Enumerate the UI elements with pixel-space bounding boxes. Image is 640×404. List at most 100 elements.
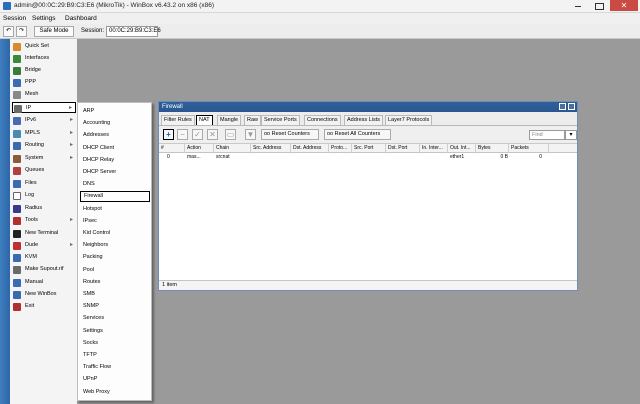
tab-raw[interactable]: Raw — [244, 115, 262, 125]
enable-rule-button[interactable]: ✓ — [192, 129, 203, 140]
sidebar-item-kvm[interactable]: KVM — [12, 252, 76, 263]
reset-all-counters-button[interactable]: oo Reset All Counters — [324, 129, 391, 140]
ip-menu-item-services[interactable]: Services — [80, 313, 150, 324]
scroll-down-button[interactable]: ▾ — [565, 130, 577, 140]
firewall-title-bar: Firewall — [159, 102, 577, 112]
maximize-button[interactable] — [589, 0, 609, 11]
add-rule-button[interactable]: + — [163, 129, 174, 140]
sidebar-item-exit[interactable]: Exit — [12, 301, 76, 312]
sidebar-item-ip[interactable]: IP ▸ — [12, 102, 76, 113]
sidebar-item-interfaces[interactable]: Interfaces — [12, 53, 76, 64]
sidebar-item-label: New WinBox — [25, 291, 57, 297]
table-row[interactable]: 0 mas... srcnat ether1 0 B0 — [159, 153, 577, 162]
ip-menu-item-routes[interactable]: Routes — [80, 277, 150, 288]
undo-button[interactable]: ↶ — [3, 26, 14, 37]
tab-connections[interactable]: Connections — [304, 115, 341, 125]
sidebar-item-bridge[interactable]: Bridge — [12, 65, 76, 76]
ppp-icon — [13, 79, 21, 87]
ip-menu-item-settings[interactable]: Settings — [80, 326, 150, 337]
reset-counters-button[interactable]: oo Reset Counters — [261, 129, 319, 140]
minimize-button[interactable] — [568, 0, 588, 11]
ip-menu-item-packing[interactable]: Packing — [80, 252, 150, 263]
menu-dashboard[interactable]: Dashboard — [65, 15, 97, 22]
sidebar-item-quick-set[interactable]: Quick Set — [12, 41, 76, 52]
sidebar-item-radius[interactable]: Radius — [12, 203, 76, 214]
column-header[interactable]: Src. Address — [251, 144, 291, 153]
ip-menu-item-arp[interactable]: ARP — [80, 106, 150, 117]
ip-menu-item-accounting[interactable]: Accounting — [80, 118, 150, 129]
firewall-restore-icon[interactable] — [559, 103, 566, 110]
column-header[interactable]: Proto... — [329, 144, 352, 153]
sidebar-item-make-supout-rif[interactable]: Make Supout.rif — [12, 264, 76, 275]
status-bar: 1 item — [159, 280, 577, 290]
ip-menu-item-socks[interactable]: Socks — [80, 338, 150, 349]
menu-session[interactable]: Session — [3, 15, 26, 22]
cell-packets: 0 — [539, 154, 542, 160]
ip-menu-item-dhcp-relay[interactable]: DHCP Relay — [80, 155, 150, 166]
ip-menu-item-kid-control[interactable]: Kid Control — [80, 228, 150, 239]
find-input[interactable]: Find — [529, 130, 565, 140]
ip-menu-item-snmp[interactable]: SNMP — [80, 301, 150, 312]
ip-menu-item-addresses[interactable]: Addresses — [80, 130, 150, 141]
sidebar-item-mesh[interactable]: Mesh — [12, 89, 76, 100]
redo-button[interactable]: ↷ — [16, 26, 27, 37]
tab-address-lists[interactable]: Address Lists — [344, 115, 384, 125]
column-header[interactable]: # — [159, 144, 185, 153]
ip-menu-item-web-proxy[interactable]: Web Proxy — [80, 387, 150, 398]
column-header[interactable]: Action — [185, 144, 214, 153]
reset-all-counters-icon: oo — [327, 131, 334, 137]
sidebar-item-new-winbox[interactable]: New WinBox — [12, 289, 76, 300]
sidebar-item-routing[interactable]: Routing ▸ — [12, 140, 76, 151]
column-header[interactable]: Bytes — [476, 144, 509, 153]
remove-rule-button[interactable]: − — [177, 129, 188, 140]
disable-rule-button[interactable]: ✕ — [207, 129, 218, 140]
tab-mangle[interactable]: Mangle — [217, 115, 242, 125]
ip-menu-item-upnp[interactable]: UPnP — [80, 374, 150, 385]
column-header[interactable]: Chain — [214, 144, 251, 153]
column-header[interactable]: Packets — [509, 144, 549, 153]
sidebar-item-files[interactable]: Files — [12, 178, 76, 189]
ip-menu-item-dhcp-server[interactable]: DHCP Server — [80, 167, 150, 178]
ip-menu-item-ipsec[interactable]: IPsec — [80, 216, 150, 227]
ip-menu-item-dns[interactable]: DNS — [80, 179, 150, 190]
sidebar-item-log[interactable]: Log — [12, 190, 76, 201]
tab-nat[interactable]: NAT — [196, 115, 213, 125]
column-header[interactable]: In. Inter... — [420, 144, 448, 153]
column-header[interactable]: Src. Port — [352, 144, 386, 153]
comment-button[interactable]: ▭ — [225, 129, 236, 140]
firewall-close-icon[interactable] — [568, 103, 575, 110]
sidebar-item-manual[interactable]: Manual — [12, 277, 76, 288]
column-header[interactable]: Dst. Port — [386, 144, 420, 153]
sidebar-item-tools[interactable]: Tools ▸ — [12, 215, 76, 226]
sidebar-item-new-terminal[interactable]: New Terminal — [12, 228, 76, 239]
sidebar-item-ipv6[interactable]: IPv6 ▸ — [12, 115, 76, 126]
safe-mode-button[interactable]: Safe Mode — [34, 26, 74, 37]
close-button[interactable]: ✕ — [610, 0, 638, 11]
sidebar-item-dude[interactable]: Dude ▸ — [12, 240, 76, 251]
ip-menu-item-traffic-flow[interactable]: Traffic Flow — [80, 362, 150, 373]
column-header[interactable]: Out. Int... — [448, 144, 476, 153]
tab-filter-rules[interactable]: Filter Rules — [161, 115, 195, 125]
ip-menu-item-tftp[interactable]: TFTP — [80, 350, 150, 361]
ip-menu-item-neighbors[interactable]: Neighbors — [80, 240, 150, 251]
sidebar-item-system[interactable]: System ▸ — [12, 153, 76, 164]
ip-menu-item-pool[interactable]: Pool — [80, 265, 150, 276]
tab-service-ports[interactable]: Service Ports — [261, 115, 300, 125]
ipv6-icon — [13, 117, 21, 125]
main-toolbar: ↶ ↷ Safe Mode Session: 00:0C:29:B9:C3:E6 — [0, 24, 640, 39]
ip-menu-item-hotspot[interactable]: Hotspot — [80, 204, 150, 215]
ip-menu-item-smb[interactable]: SMB — [80, 289, 150, 300]
sidebar-item-mpls[interactable]: MPLS ▸ — [12, 128, 76, 139]
log-icon — [13, 192, 21, 200]
sidebar-item-queues[interactable]: Queues — [12, 165, 76, 176]
menu-settings[interactable]: Settings — [32, 15, 56, 22]
ip-menu-item-dhcp-client[interactable]: DHCP Client — [80, 143, 150, 154]
session-label: Session: — [81, 28, 105, 34]
tab-layer7-protocols[interactable]: Layer7 Protocols — [385, 115, 433, 125]
sidebar-item-ppp[interactable]: PPP — [12, 77, 76, 88]
column-header[interactable]: Dst. Address — [291, 144, 329, 153]
sidebar-item-label: Interfaces — [25, 55, 50, 61]
submenu-arrow-icon: ▸ — [69, 242, 73, 248]
filter-icon[interactable]: ▼ — [245, 129, 256, 140]
ip-menu-item-firewall[interactable]: Firewall — [80, 191, 150, 203]
